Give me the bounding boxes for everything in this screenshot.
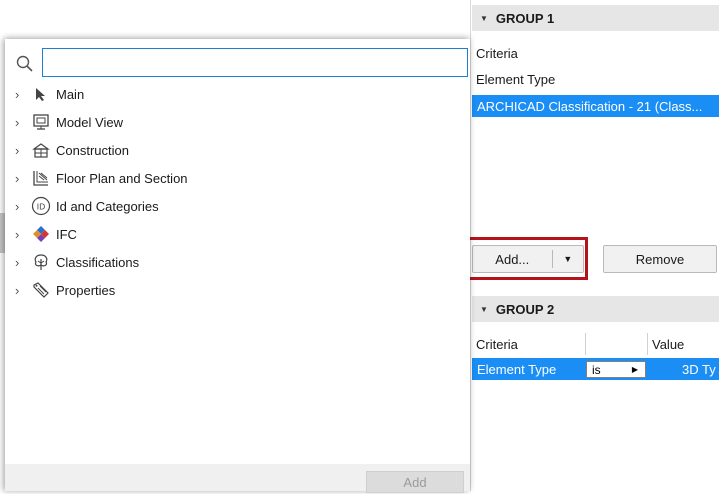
tree-item-properties[interactable]: › Properties [15,279,115,301]
tree-item-label: Main [56,86,85,102]
chevron-right-icon[interactable]: › [15,227,31,242]
property-picker-popup: › Main › Model View › Construction › Flo… [5,39,470,493]
chevron-right-icon[interactable]: › [15,171,31,186]
tree-item-id-categories[interactable]: › ID Id and Categories [15,195,159,217]
model-view-icon [31,112,51,132]
tree-item-main[interactable]: › Main [15,83,84,105]
chevron-right-icon[interactable]: › [15,255,31,270]
tree-item-classifications[interactable]: › Classifications [15,251,139,273]
chevron-right-icon[interactable]: › [15,283,31,298]
chevron-right-icon[interactable]: › [15,87,31,102]
construction-icon [31,140,51,160]
popup-add-button[interactable]: Add [366,471,464,493]
tree-item-label: Classifications [56,254,140,270]
group1-header[interactable]: ▼ GROUP 1 [472,5,719,31]
chevron-right-icon[interactable]: › [15,115,31,130]
tree-item-model-view[interactable]: › Model View [15,111,123,133]
group1-element-type-label: Element Type [476,72,556,87]
select-arrow-icon: ▶ [631,365,638,374]
group2-header[interactable]: ▼ GROUP 2 [472,296,719,322]
tree-item-label: Construction [56,142,129,158]
tree-item-ifc[interactable]: › IFC [15,223,77,245]
collapse-triangle-icon: ▼ [480,13,488,23]
operator-select[interactable]: is ▶ [586,361,646,378]
search-input[interactable] [42,48,468,77]
arrow-pointer-icon [31,84,51,104]
tree-item-label: IFC [56,226,77,242]
tree-item-label: Model View [56,114,123,130]
group2-title: GROUP 2 [495,301,555,317]
classification-tree-icon [31,252,51,272]
tree-item-floor-plan[interactable]: › Floor Plan and Section [15,167,188,189]
column-separator [585,333,586,355]
ifc-icon [31,224,51,244]
group2-criteria-header: Criteria [476,337,518,352]
group1-criteria-label: Criteria [476,46,518,61]
tree-item-label: Floor Plan and Section [56,170,188,186]
tag-icon [31,280,51,300]
tree-item-label: Id and Categories [56,198,159,214]
remove-button[interactable]: Remove [603,245,717,273]
search-icon [16,55,33,72]
group2-value-header: Value [652,337,685,352]
tree-item-label: Properties [56,282,116,298]
floor-plan-icon [31,168,51,188]
group2-row-value: 3D Ty [682,361,716,377]
add-split-button[interactable]: Add... ▼ [472,245,584,273]
id-icon: ID [31,196,51,216]
group1-selected-classification[interactable]: ARCHICAD Classification - 21 (Class... [472,95,719,117]
group1-title: GROUP 1 [495,10,555,26]
chevron-right-icon[interactable]: › [15,199,31,214]
collapse-triangle-icon: ▼ [480,304,488,314]
group2-row-criteria: Element Type [477,361,557,377]
tree-item-construction[interactable]: › Construction [15,139,129,161]
svg-text:ID: ID [37,203,46,212]
dropdown-arrow-icon[interactable]: ▼ [553,254,583,264]
chevron-right-icon[interactable]: › [15,143,31,158]
add-button[interactable]: Add... [473,252,552,267]
operator-value: is [592,362,601,377]
column-separator [647,333,648,355]
